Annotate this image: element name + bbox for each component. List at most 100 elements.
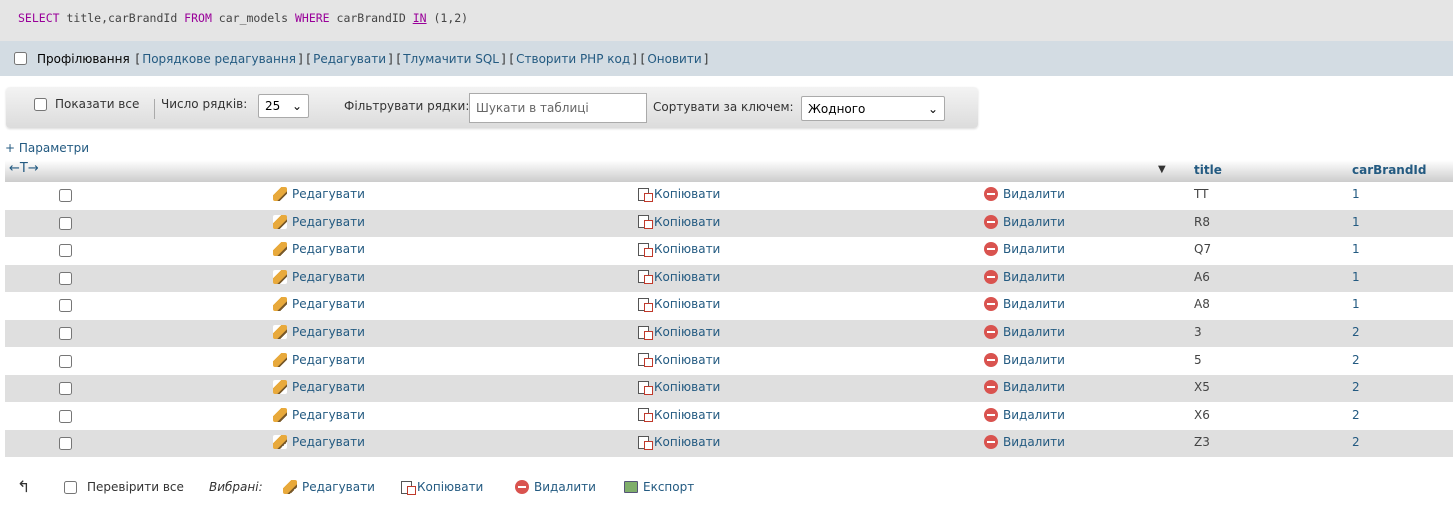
cell-title[interactable]: Z3	[1194, 435, 1210, 449]
row-edit-button[interactable]: Редагувати	[273, 187, 365, 201]
delete-icon	[984, 242, 998, 257]
row-edit-label: Редагувати	[292, 325, 365, 339]
row-delete-button[interactable]: Видалити	[984, 352, 1065, 367]
check-all-control[interactable]: Перевірити все	[64, 480, 184, 494]
row-delete-button[interactable]: Видалити	[984, 297, 1065, 312]
bulk-copy-button[interactable]: Копіювати	[401, 480, 483, 495]
delete-icon	[984, 187, 998, 201]
row-edit-button[interactable]: Редагувати	[273, 407, 365, 422]
row-checkbox[interactable]	[59, 189, 72, 202]
row-copy-button[interactable]: Копіювати	[638, 435, 721, 450]
row-delete-button[interactable]: Видалити	[984, 407, 1065, 422]
show-all-control[interactable]: Показати все	[34, 97, 139, 111]
cell-carbrandid[interactable]: 1	[1352, 187, 1360, 201]
column-header-carbrandid[interactable]: carBrandId	[1352, 163, 1426, 177]
row-copy-button[interactable]: Копіювати	[638, 270, 720, 285]
cell-carbrandid[interactable]: 2	[1352, 380, 1360, 394]
cell-carbrandid[interactable]: 1	[1352, 215, 1360, 229]
row-checkbox[interactable]	[59, 271, 72, 285]
row-edit-button[interactable]: Редагувати	[273, 325, 365, 339]
column-header-title[interactable]: title	[1194, 163, 1222, 177]
row-delete-button[interactable]: Видалити	[984, 214, 1065, 229]
bulk-delete-button[interactable]: Видалити	[515, 480, 596, 494]
row-checkbox[interactable]	[59, 244, 72, 258]
row-copy-label: Копіювати	[654, 380, 721, 395]
row-checkbox[interactable]	[59, 299, 72, 313]
row-edit-button[interactable]: Редагувати	[273, 435, 365, 450]
row-delete-label: Видалити	[1003, 187, 1065, 201]
show-all-checkbox[interactable]	[34, 97, 47, 111]
row-delete-button[interactable]: Видалити	[984, 242, 1065, 257]
row-checkbox[interactable]	[59, 382, 72, 396]
pencil-icon	[273, 407, 287, 422]
parameters-link[interactable]: + Параметри	[5, 141, 89, 155]
sort-by-key-select[interactable]: Жодного ⌄	[801, 96, 945, 121]
delete-icon	[984, 380, 998, 395]
cell-title[interactable]: X6	[1194, 408, 1210, 422]
row-checkbox[interactable]	[59, 354, 72, 368]
cell-carbrandid[interactable]: 1	[1352, 297, 1360, 311]
bulk-edit-button[interactable]: Редагувати	[283, 480, 375, 494]
row-edit-button[interactable]: Редагувати	[273, 214, 365, 229]
row-copy-button[interactable]: Копіювати	[638, 242, 720, 257]
cell-title[interactable]: Q7	[1194, 242, 1211, 256]
cell-title[interactable]: A6	[1194, 270, 1210, 284]
cell-carbrandid[interactable]: 1	[1352, 270, 1360, 284]
row-copy-button[interactable]: Копіювати	[638, 215, 720, 230]
copy-icon	[638, 242, 653, 257]
rows-count-select[interactable]: 25 ⌄	[258, 94, 309, 118]
row-copy-button[interactable]: Копіювати	[638, 353, 720, 368]
cell-title[interactable]: 5	[1194, 353, 1202, 367]
pencil-icon	[283, 480, 297, 494]
cell-carbrandid[interactable]: 2	[1352, 408, 1360, 422]
row-checkbox[interactable]	[59, 409, 72, 423]
cell-title[interactable]: R8	[1194, 215, 1210, 229]
row-checkbox[interactable]	[59, 216, 72, 230]
check-all-label: Перевірити все	[87, 480, 184, 494]
row-copy-button[interactable]: Копіювати	[638, 380, 721, 395]
row-edit-button[interactable]: Редагувати	[273, 352, 365, 367]
row-copy-button[interactable]: Копіювати	[638, 297, 720, 312]
row-delete-button[interactable]: Видалити	[984, 187, 1065, 201]
cell-carbrandid[interactable]: 2	[1352, 353, 1360, 367]
filter-rows-input[interactable]: Шукати в таблиці	[469, 93, 647, 123]
row-edit-button[interactable]: Редагувати	[273, 242, 365, 257]
column-arrows[interactable]: ←T→	[9, 161, 39, 176]
bulk-export-button[interactable]: Експорт	[624, 480, 694, 494]
row-delete-button[interactable]: Видалити	[984, 435, 1065, 450]
table-row: Редагувати Копіювати Видалити Q7 1	[5, 237, 1453, 265]
check-all-checkbox[interactable]	[64, 480, 77, 494]
row-edit-button[interactable]: Редагувати	[273, 380, 365, 395]
profiling-checkbox[interactable]	[14, 52, 27, 65]
row-delete-button[interactable]: Видалити	[984, 325, 1065, 339]
row-copy-button[interactable]: Копіювати	[638, 408, 720, 423]
cell-title[interactable]: TT	[1194, 187, 1208, 201]
cell-carbrandid[interactable]: 2	[1352, 435, 1360, 449]
row-copy-button[interactable]: Копіювати	[638, 325, 720, 340]
cell-carbrandid[interactable]: 1	[1352, 242, 1360, 256]
row-copy-label: Копіювати	[654, 435, 721, 450]
column-dropdown-icon[interactable]: ▼	[1158, 164, 1166, 175]
edit-query-link[interactable]: Редагувати	[313, 52, 386, 66]
cell-title[interactable]: A8	[1194, 297, 1210, 311]
cell-title[interactable]: X5	[1194, 380, 1210, 394]
row-edit-label: Редагувати	[292, 380, 365, 395]
cell-title[interactable]: 3	[1194, 325, 1202, 339]
cell-carbrandid[interactable]: 2	[1352, 325, 1360, 339]
row-edit-button[interactable]: Редагувати	[273, 269, 365, 284]
row-checkbox[interactable]	[59, 437, 72, 451]
row-copy-button[interactable]: Копіювати	[638, 187, 720, 202]
inline-edit-link[interactable]: Порядкове редагування	[142, 52, 296, 66]
row-checkbox[interactable]	[59, 327, 72, 340]
create-php-code-link[interactable]: Створити PHP код	[516, 52, 630, 66]
refresh-link[interactable]: Оновити	[647, 52, 701, 66]
table-row: Редагувати Копіювати Видалити R8 1	[5, 209, 1453, 237]
delete-icon	[984, 352, 998, 367]
row-delete-button[interactable]: Видалити	[984, 269, 1065, 284]
copy-icon	[638, 380, 653, 395]
row-edit-button[interactable]: Редагувати	[273, 297, 365, 312]
delete-icon	[984, 435, 998, 450]
row-delete-label: Видалити	[1003, 297, 1065, 312]
row-delete-button[interactable]: Видалити	[984, 380, 1065, 395]
explain-sql-link[interactable]: Тлумачити SQL	[403, 52, 499, 66]
